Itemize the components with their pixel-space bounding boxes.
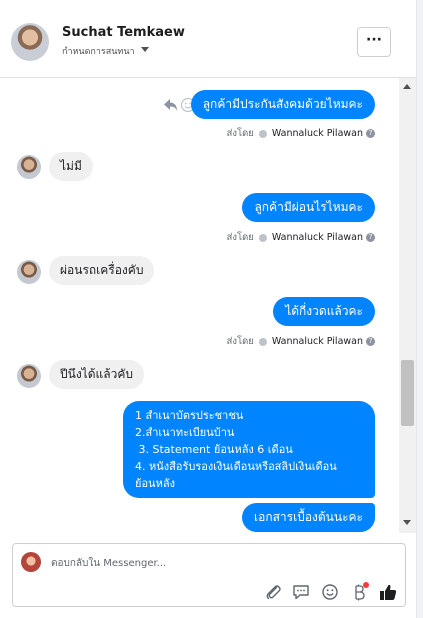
message-line: 4. หนังสือรับรองเงินเดือนหรือสลิปเงินเดื… [135, 460, 337, 473]
conversation-subtitle[interactable]: กำหนดการสนทนา [62, 44, 135, 58]
sent-by-label: ส่งโดย Wannaluck Pilawan? [227, 126, 375, 141]
check-icon [258, 337, 267, 346]
message-line: 2.สำเนาทะเบียนบ้าน [135, 426, 235, 439]
outgoing-message[interactable]: เอกสารเบื้องต้นนะคะ [242, 503, 375, 532]
scrollbar-thumb[interactable] [401, 360, 414, 426]
outgoing-message[interactable]: ได้กี่งวดแล้วคะ [273, 297, 375, 326]
contact-name[interactable]: Suchat Temkaew [62, 25, 185, 40]
outgoing-message-multiline[interactable]: 1 สำเนาบัตรประชาชน 2.สำเนาทะเบียนบ้าน 3.… [123, 401, 375, 498]
scroll-down-icon[interactable] [403, 520, 411, 525]
sent-by-label: ส่งโดย Wannaluck Pilawan? [227, 334, 375, 349]
avatar[interactable] [17, 155, 41, 179]
sender-name: Wannaluck Pilawan [271, 336, 363, 347]
help-icon[interactable]: ? [366, 129, 375, 138]
avatar[interactable] [17, 364, 41, 388]
notification-dot [363, 582, 369, 588]
incoming-message[interactable]: ผ่อนรถเครื่องคับ [49, 256, 155, 285]
bot-icon[interactable] [349, 582, 369, 602]
outgoing-message[interactable]: ลูกค้ามีประกันสังคมด้วยไหมคะ [190, 90, 375, 119]
message-line: ย้อนหลัง [135, 477, 175, 490]
sender-name: Wannaluck Pilawan [271, 232, 363, 243]
reply-input[interactable] [51, 552, 391, 574]
help-icon[interactable]: ? [366, 337, 375, 346]
check-icon [258, 129, 267, 138]
outgoing-message[interactable]: ลูกค้ามีผ่อนไรไหมคะ [242, 193, 375, 222]
sent-by-prefix: ส่งโดย [226, 336, 254, 347]
message-line: 3. Statement ย้อนหลัง 6 เดือน [135, 443, 293, 456]
message-composer [12, 543, 406, 607]
scroll-up-icon[interactable] [403, 84, 411, 89]
incoming-message[interactable]: ไม่มี [49, 152, 93, 181]
sent-by-label: ส่งโดย Wannaluck Pilawan? [227, 230, 375, 245]
like-icon[interactable] [378, 582, 398, 602]
sent-by-prefix: ส่งโดย [226, 128, 254, 139]
attachment-icon[interactable] [263, 582, 283, 602]
smiley-icon[interactable] [320, 582, 340, 602]
panel-edge [416, 0, 423, 618]
conversation-header: Suchat Temkaew กำหนดการสนทนา ··· [0, 0, 416, 78]
reply-icon[interactable] [164, 99, 177, 111]
chevron-down-icon[interactable] [141, 47, 149, 52]
avatar [21, 552, 41, 572]
message-thread: ลูกค้ามีประกันสังคมด้วยไหมคะ ส่งโดย Wann… [0, 78, 399, 533]
saved-replies-icon[interactable] [291, 582, 311, 602]
help-icon[interactable]: ? [366, 233, 375, 242]
check-icon [258, 233, 267, 242]
scrollbar[interactable] [399, 78, 416, 533]
message-line: 1 สำเนาบัตรประชาชน [135, 409, 244, 422]
avatar[interactable] [17, 260, 41, 284]
avatar[interactable] [11, 23, 49, 61]
sender-name: Wannaluck Pilawan [271, 128, 363, 139]
incoming-message[interactable]: ปีนึงได้แล้วคับ [49, 360, 144, 389]
more-options-button[interactable]: ··· [357, 27, 391, 57]
sent-by-prefix: ส่งโดย [226, 232, 254, 243]
